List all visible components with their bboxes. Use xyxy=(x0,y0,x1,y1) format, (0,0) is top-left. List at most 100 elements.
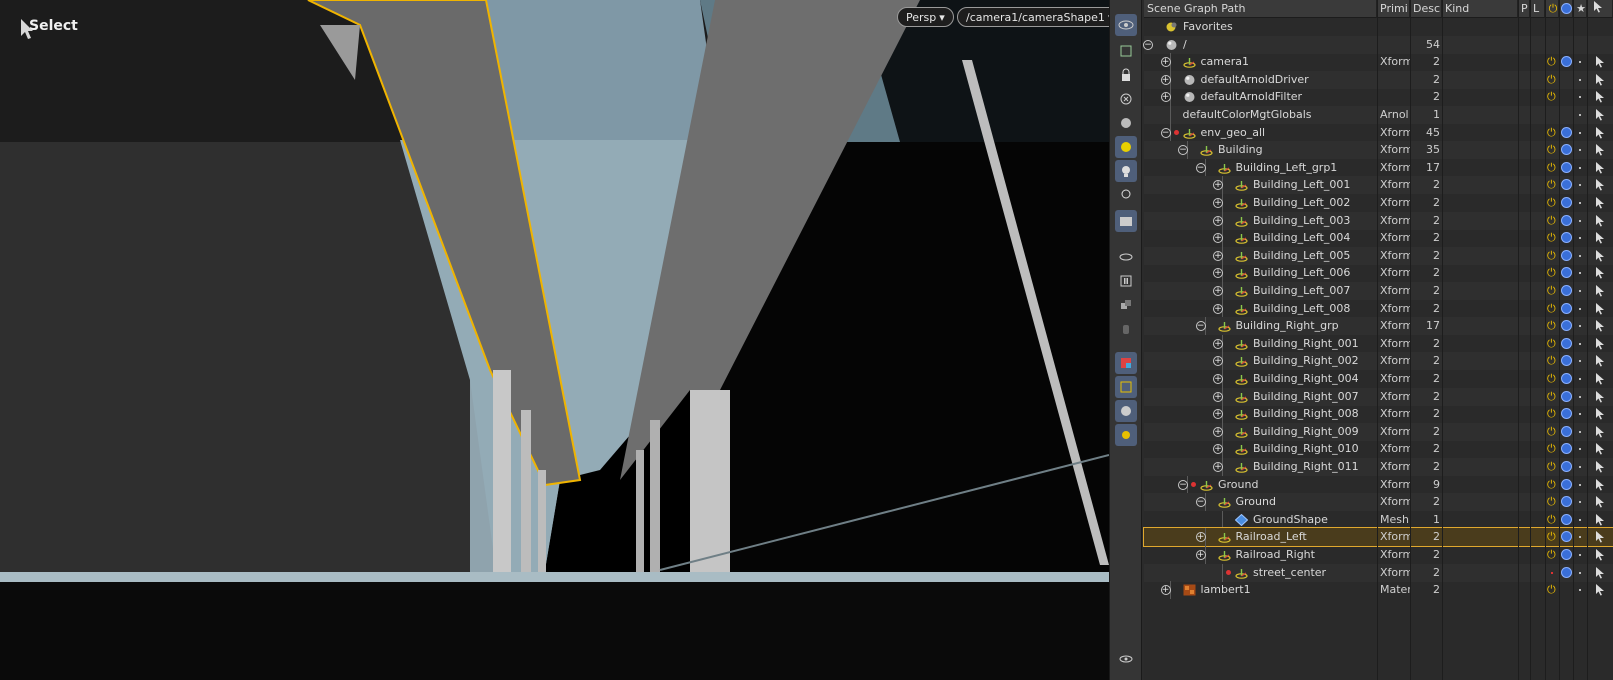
selectable-toggle-icon[interactable] xyxy=(1595,73,1605,86)
tree-row[interactable]: + Building_Left_001 Xform 2 ⏻ xyxy=(1144,176,1613,195)
solo-toggle-icon[interactable] xyxy=(1579,378,1581,380)
select-tool-indicator[interactable]: Select xyxy=(19,18,78,39)
tree-row[interactable]: + Building_Left_006 Xform 2 ⏻ xyxy=(1144,264,1613,283)
expand-icon[interactable]: + xyxy=(1213,268,1223,279)
render-region-button[interactable] xyxy=(1115,294,1137,316)
solo-toggle-icon[interactable] xyxy=(1579,589,1581,592)
activate-toggle-icon[interactable]: ⏻ xyxy=(1547,55,1558,68)
tree-row[interactable]: − Building_Right_grp Xform 17 ⏻ xyxy=(1144,317,1613,336)
solo-toggle-icon[interactable] xyxy=(1579,325,1581,328)
visibility-toggle-icon[interactable] xyxy=(1561,126,1572,138)
view-menu[interactable]: Persp ▾ xyxy=(897,7,954,27)
activate-toggle-icon[interactable]: ⏻ xyxy=(1547,266,1558,279)
expand-icon[interactable]: + xyxy=(1160,57,1171,68)
visibility-toggle-icon[interactable] xyxy=(1561,373,1572,384)
selectable-toggle-icon[interactable] xyxy=(1595,548,1605,561)
activate-toggle-icon[interactable]: ⏻ xyxy=(1547,530,1558,543)
expand-icon[interactable]: + xyxy=(1213,286,1223,296)
collapse-icon[interactable]: − xyxy=(1160,127,1171,138)
tree-row[interactable]: + Building_Right_009 Xform 2 ⏻ xyxy=(1144,422,1613,441)
tree-row[interactable]: + Building_Right_001 Xform 2 ⏻ xyxy=(1144,334,1613,353)
visibility-toggle-icon[interactable] xyxy=(1561,56,1572,68)
column-header-kind[interactable]: Kind xyxy=(1442,0,1518,18)
activate-toggle-icon[interactable]: ⏻ xyxy=(1547,90,1558,103)
expand-icon[interactable]: + xyxy=(1160,74,1171,85)
selectable-toggle-icon[interactable] xyxy=(1595,566,1605,579)
activate-toggle-icon[interactable]: ⏻ xyxy=(1547,442,1558,455)
selectable-toggle-icon[interactable] xyxy=(1595,513,1605,526)
selectable-toggle-icon[interactable] xyxy=(1595,161,1605,174)
expand-icon[interactable]: + xyxy=(1213,180,1223,191)
solo-toggle-icon[interactable] xyxy=(1579,149,1581,152)
selectable-toggle-icon[interactable] xyxy=(1595,108,1605,121)
expand-icon[interactable]: + xyxy=(1213,391,1223,402)
solo-toggle-icon[interactable] xyxy=(1579,202,1581,204)
visibility-toggle-icon[interactable] xyxy=(1561,144,1572,156)
activate-toggle-icon[interactable]: ⏻ xyxy=(1547,478,1558,491)
selectable-toggle-icon[interactable] xyxy=(1595,90,1605,103)
activate-toggle-icon[interactable]: ⏻ xyxy=(1547,372,1558,385)
visibility-toggle-icon[interactable] xyxy=(1561,566,1572,578)
visibility-toggle-icon[interactable] xyxy=(1561,443,1572,455)
selectable-toggle-icon[interactable] xyxy=(1595,55,1605,68)
visibility-toggle-icon[interactable] xyxy=(1561,320,1572,332)
selectable-toggle-icon[interactable] xyxy=(1595,407,1605,420)
viewer-eye-button[interactable] xyxy=(1115,648,1137,670)
selectable-toggle-icon[interactable] xyxy=(1595,249,1605,262)
activate-toggle-icon[interactable]: ⏻ xyxy=(1547,583,1558,596)
selectable-toggle-icon[interactable] xyxy=(1595,266,1605,279)
solo-toggle-icon[interactable] xyxy=(1579,131,1581,134)
activate-toggle-icon[interactable]: ⏻ xyxy=(1547,178,1558,191)
tree-row[interactable]: + defaultArnoldDriver 2 ⏻ xyxy=(1144,70,1613,89)
display-options-button[interactable] xyxy=(1115,14,1137,36)
activate-toggle-icon[interactable]: ⏻ xyxy=(1547,214,1558,227)
expand-icon[interactable]: + xyxy=(1213,374,1223,384)
tree-row[interactable]: + Building_Right_011 Xform 2 ⏻ xyxy=(1144,458,1613,476)
tree-row[interactable]: − Ground Xform 9 ⏻ xyxy=(1144,475,1613,494)
solo-toggle-icon[interactable] xyxy=(1579,554,1581,556)
visibility-toggle-icon[interactable] xyxy=(1561,161,1572,173)
collapse-icon[interactable]: − xyxy=(1195,321,1206,332)
visibility-toggle-icon[interactable] xyxy=(1561,179,1572,191)
visibility-toggle-icon[interactable] xyxy=(1561,302,1572,314)
expand-icon[interactable]: + xyxy=(1213,356,1223,367)
collapse-icon[interactable]: − xyxy=(1178,479,1188,490)
solo-toggle-icon[interactable] xyxy=(1579,237,1581,240)
ghost-button[interactable] xyxy=(1115,184,1137,206)
viewport-scene[interactable] xyxy=(0,0,1109,680)
tree-row[interactable]: + Building_Left_002 Xform 2 ⏻ xyxy=(1144,194,1613,212)
visibility-toggle-icon[interactable] xyxy=(1561,249,1572,261)
activate-toggle-icon[interactable]: ⏻ xyxy=(1547,143,1558,156)
collapse-icon[interactable]: − xyxy=(1195,497,1206,508)
hand-button[interactable] xyxy=(1115,318,1137,340)
visibility-toggle-icon[interactable] xyxy=(1561,408,1572,420)
selectable-toggle-icon[interactable] xyxy=(1595,442,1605,455)
solo-toggle-icon[interactable] xyxy=(1579,342,1581,345)
visibility-toggle-icon[interactable] xyxy=(1561,355,1572,367)
column-header-path[interactable]: Scene Graph Path xyxy=(1144,0,1377,18)
activate-toggle-icon[interactable]: ⏻ xyxy=(1547,284,1558,297)
solo-toggle-icon[interactable] xyxy=(1579,272,1581,275)
snapping-button[interactable] xyxy=(1115,40,1137,62)
column-header-visibility[interactable] xyxy=(1559,0,1573,18)
solo-toggle-icon[interactable] xyxy=(1579,307,1581,310)
tree-row[interactable]: + Building_Right_008 Xform 2 ⏻ xyxy=(1144,405,1613,424)
solo-toggle-icon[interactable] xyxy=(1579,219,1581,222)
visibility-toggle-icon[interactable] xyxy=(1561,232,1572,244)
activate-toggle-icon[interactable]: ⏻ xyxy=(1547,231,1558,244)
solo-toggle-icon[interactable] xyxy=(1579,413,1581,416)
expand-icon[interactable]: + xyxy=(1213,250,1223,261)
solo-toggle-icon[interactable] xyxy=(1579,430,1581,433)
selectable-toggle-icon[interactable] xyxy=(1595,178,1605,191)
selectable-toggle-icon[interactable] xyxy=(1595,478,1605,491)
expand-icon[interactable]: + xyxy=(1213,426,1223,437)
light-link-button[interactable] xyxy=(1115,424,1137,446)
tree-row[interactable]: + defaultArnoldFilter 2 ⏻ xyxy=(1144,88,1613,107)
tree-row[interactable]: + Building_Left_005 Xform 2 ⏻ xyxy=(1144,246,1613,265)
tree-row[interactable]: + lambert1 Materi 2 ⏻ xyxy=(1144,581,1613,600)
camera-view-button[interactable] xyxy=(1115,400,1137,422)
activate-toggle-icon[interactable]: ⏻ xyxy=(1547,513,1558,526)
activate-toggle-icon[interactable]: ⏻ xyxy=(1547,196,1558,209)
activate-toggle-icon[interactable]: ⏻ xyxy=(1547,390,1558,403)
expand-icon[interactable]: + xyxy=(1213,303,1223,314)
